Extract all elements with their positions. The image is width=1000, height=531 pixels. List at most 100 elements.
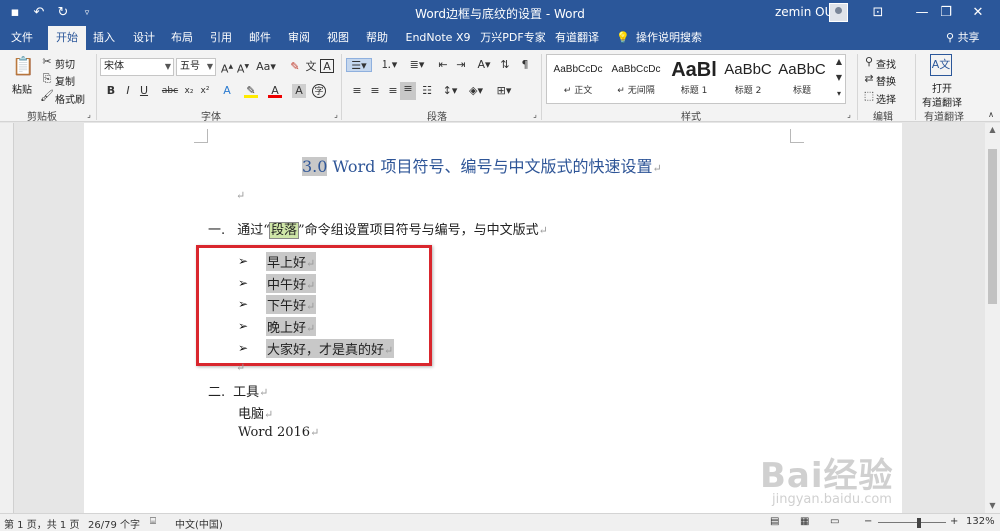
- style-no-spacing[interactable]: AaBbCcDc ↵ 无间隔: [607, 57, 665, 101]
- web-layout-icon[interactable]: ▭: [830, 516, 839, 527]
- zoom-out-icon[interactable]: −: [864, 516, 872, 527]
- print-layout-icon[interactable]: ▦: [800, 516, 809, 527]
- cut-icon[interactable]: ✂: [40, 55, 54, 69]
- grow-font-icon[interactable]: A▲: [220, 60, 234, 76]
- select-button[interactable]: 选择: [876, 91, 896, 106]
- tab-review[interactable]: 审阅: [283, 26, 315, 50]
- shading-icon[interactable]: ◈▾: [466, 84, 486, 98]
- ribbon-display-icon[interactable]: ⊡: [856, 0, 900, 26]
- find-button[interactable]: 查找: [876, 56, 896, 71]
- align-center-icon[interactable]: ≡: [368, 84, 382, 98]
- tab-youdao[interactable]: 有道翻译: [554, 26, 600, 50]
- dialog-launcher-icon[interactable]: ⌟: [530, 108, 540, 122]
- align-left-icon[interactable]: ≡: [350, 84, 364, 98]
- empty-paragraph[interactable]: ↵: [236, 360, 245, 375]
- zoom-level[interactable]: 132%: [966, 516, 995, 527]
- numbering-icon[interactable]: ⒈▾: [378, 58, 400, 72]
- tab-mailings[interactable]: 邮件: [244, 26, 276, 50]
- text-effects-icon[interactable]: A: [220, 84, 234, 98]
- phonetic-guide-icon[interactable]: 文: [304, 60, 318, 74]
- style-heading-2[interactable]: AaBbC 标题 2: [719, 57, 777, 101]
- select-icon[interactable]: ⬚: [862, 89, 876, 103]
- underline-icon[interactable]: U: [137, 84, 151, 98]
- read-mode-icon[interactable]: ▤: [770, 516, 779, 527]
- tab-layout[interactable]: 布局: [166, 26, 198, 50]
- strikethrough-icon[interactable]: abc: [161, 84, 179, 98]
- body-line[interactable]: Word 2016↵: [238, 425, 319, 440]
- tab-insert[interactable]: 插入: [88, 26, 120, 50]
- youdao-translate-button[interactable]: 有道翻译: [922, 94, 962, 109]
- borders-icon[interactable]: ⊞▾: [494, 84, 514, 98]
- italic-icon[interactable]: I: [121, 84, 135, 98]
- page-count[interactable]: 第 1 页，共 1 页: [4, 516, 79, 531]
- lightbulb-icon[interactable]: 💡: [614, 26, 632, 50]
- body-line[interactable]: 电脑↵: [238, 403, 273, 422]
- tell-me-search[interactable]: 操作说明搜索: [636, 26, 702, 50]
- tab-design[interactable]: 设计: [128, 26, 160, 50]
- style-heading-1[interactable]: AaBl 标题 1: [665, 57, 723, 101]
- language-indicator[interactable]: 中文(中国): [175, 516, 223, 531]
- distributed-icon[interactable]: ☷: [420, 84, 434, 98]
- style-title[interactable]: AaBbC 标题: [773, 57, 831, 101]
- show-marks-icon[interactable]: ¶: [518, 58, 532, 72]
- decrease-indent-icon[interactable]: ⇤: [436, 58, 450, 72]
- zoom-in-icon[interactable]: +: [950, 516, 958, 527]
- bullets-icon[interactable]: ☰▾: [346, 58, 372, 72]
- increase-indent-icon[interactable]: ⇥: [454, 58, 468, 72]
- justify-icon[interactable]: ≡: [400, 82, 416, 100]
- chevron-down-icon[interactable]: ▼: [832, 71, 846, 85]
- word-count[interactable]: 26/79 个字: [88, 516, 140, 531]
- open-button[interactable]: 打开: [932, 80, 952, 95]
- user-name[interactable]: zemin OU: [775, 5, 833, 19]
- tab-file[interactable]: 文件: [4, 26, 40, 50]
- enclosed-character-icon[interactable]: 字: [312, 84, 326, 98]
- list-item-1[interactable]: 一. 通过“段落”命令组设置项目符号与编号，与中文版式↵: [208, 219, 548, 239]
- scroll-up-icon[interactable]: ▲: [985, 125, 1000, 134]
- translate-icon[interactable]: A文: [930, 54, 952, 76]
- replace-button[interactable]: 替换: [876, 73, 896, 88]
- zoom-slider[interactable]: [878, 522, 946, 523]
- cut-button[interactable]: 剪切: [55, 56, 75, 71]
- tab-endnote[interactable]: EndNote X9: [403, 26, 473, 50]
- vertical-scrollbar[interactable]: ▲ ▼: [985, 123, 1000, 513]
- paste-button[interactable]: 粘贴: [12, 81, 32, 96]
- clear-formatting-icon[interactable]: ✎: [288, 60, 302, 74]
- chevron-up-icon[interactable]: ▲: [832, 55, 846, 69]
- line-spacing-icon[interactable]: ↕▾: [440, 84, 460, 98]
- format-painter-icon[interactable]: 🖌: [40, 89, 54, 103]
- character-border-icon[interactable]: A: [320, 59, 334, 73]
- change-case-icon[interactable]: Aa▾: [256, 60, 276, 74]
- find-icon[interactable]: ⚲: [862, 55, 876, 69]
- font-color-icon[interactable]: A: [268, 84, 282, 98]
- character-shading-icon[interactable]: A: [292, 84, 306, 98]
- replace-icon[interactable]: ⇄: [862, 72, 876, 86]
- font-size-select[interactable]: 五号 ▼: [176, 58, 216, 76]
- subscript-icon[interactable]: x₂: [182, 84, 196, 98]
- copy-button[interactable]: 复制: [55, 73, 75, 88]
- multilevel-list-icon[interactable]: ≣▾: [406, 58, 428, 72]
- dialog-launcher-icon[interactable]: ⌟: [844, 108, 854, 122]
- avatar[interactable]: [829, 3, 848, 22]
- format-painter-button[interactable]: 格式刷: [55, 91, 85, 106]
- chinese-layout-icon[interactable]: A▾: [474, 58, 494, 72]
- share-button[interactable]: ⚲ 共享: [946, 26, 980, 50]
- empty-paragraph[interactable]: ↵: [236, 188, 245, 203]
- tab-home[interactable]: 开始: [48, 26, 86, 50]
- paste-icon[interactable]: 📋: [12, 56, 34, 78]
- document-heading[interactable]: 3.0 Word 项目符号、编号与中文版式的快速设置↵: [302, 153, 662, 177]
- shrink-font-icon[interactable]: A▼: [236, 60, 250, 76]
- scroll-down-icon[interactable]: ▼: [985, 501, 1000, 510]
- close-icon[interactable]: ✕: [956, 0, 1000, 26]
- proofing-icon[interactable]: ⌸: [150, 516, 156, 527]
- more-styles-icon[interactable]: ▾: [832, 87, 846, 101]
- bold-icon[interactable]: B: [104, 84, 118, 98]
- copy-icon[interactable]: ⎘: [40, 72, 54, 86]
- tab-help[interactable]: 帮助: [361, 26, 393, 50]
- superscript-icon[interactable]: x²: [198, 84, 212, 98]
- font-name-select[interactable]: 宋体 ▼: [100, 58, 174, 76]
- tab-references[interactable]: 引用: [205, 26, 237, 50]
- scroll-thumb[interactable]: [988, 149, 997, 304]
- style-normal[interactable]: AaBbCcDc ↵ 正文: [549, 57, 607, 101]
- zoom-slider-knob[interactable]: [917, 518, 921, 528]
- sort-icon[interactable]: ⇅: [498, 58, 512, 72]
